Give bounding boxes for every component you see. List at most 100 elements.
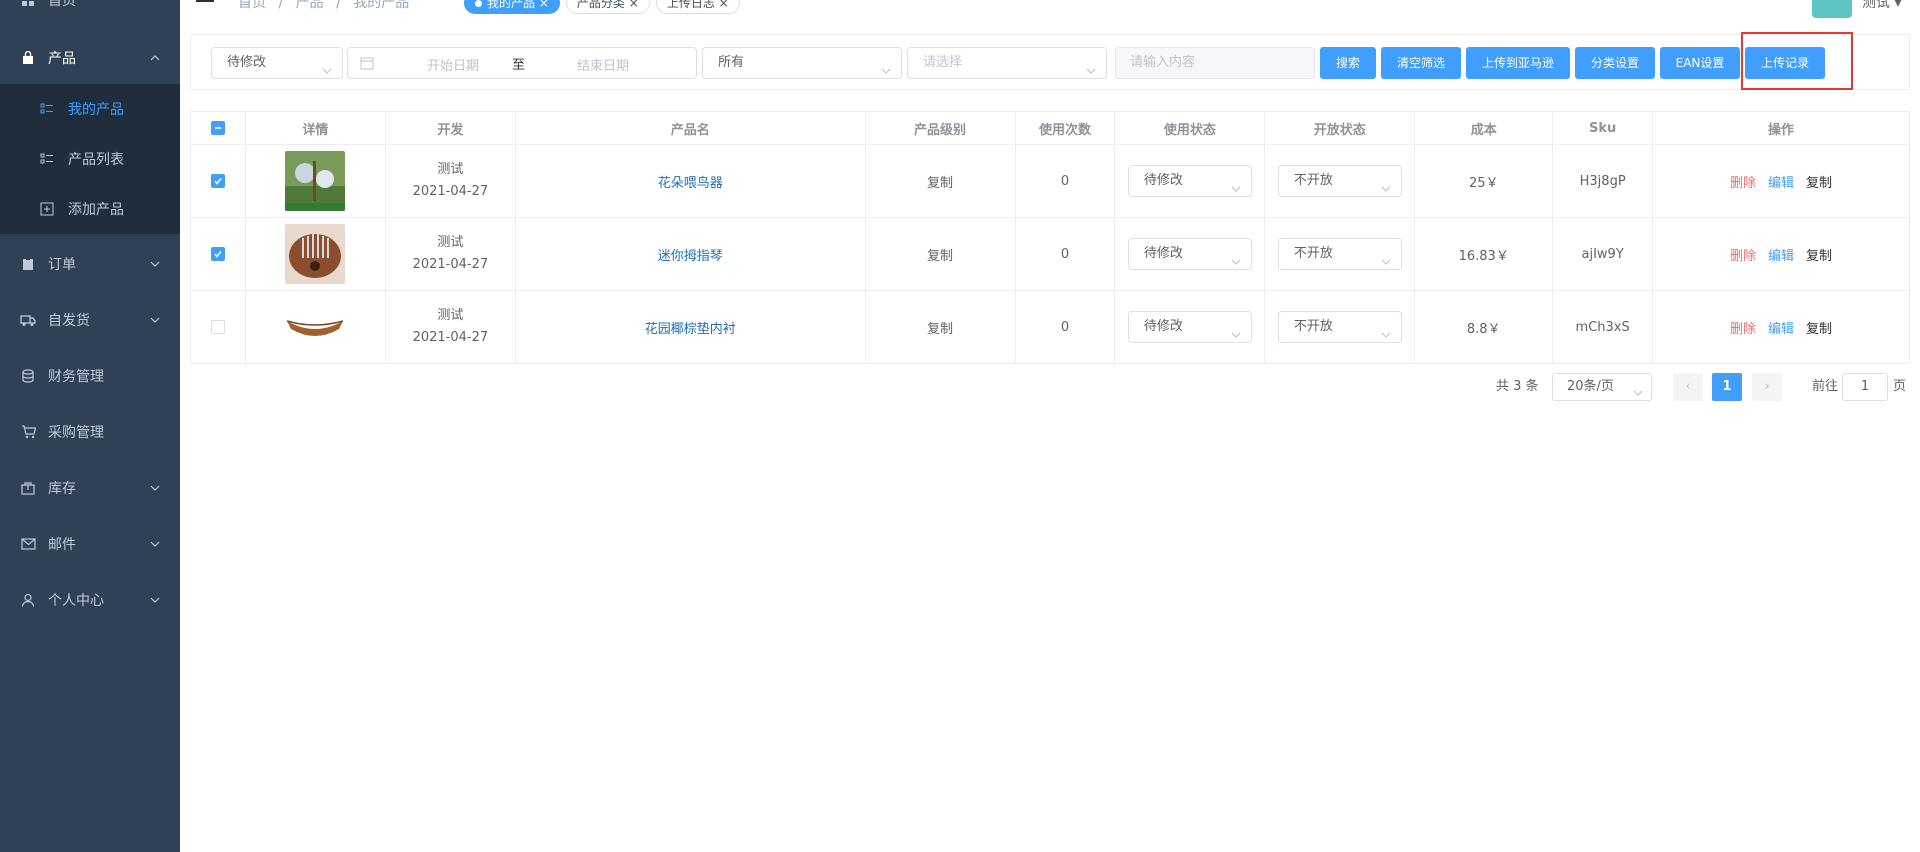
submenu-item-my-products[interactable]: 我的产品 bbox=[0, 84, 180, 134]
edit-button[interactable]: 编辑 bbox=[1768, 172, 1794, 191]
page-number-1[interactable]: 1 bbox=[1712, 373, 1742, 401]
hamburger-icon[interactable] bbox=[196, 0, 214, 8]
menu-item-home[interactable]: 首页 bbox=[0, 0, 180, 28]
table-row: 测试 2021-04-27 花园椰棕垫内衬 复制 0 待修改 不开放 8.8￥ m… bbox=[191, 291, 1910, 364]
category-settings-button[interactable]: 分类设置 bbox=[1575, 47, 1655, 79]
open-status-cell: 不开放 bbox=[1265, 291, 1416, 363]
clipboard-icon bbox=[20, 256, 36, 272]
menu-item-mail[interactable]: 邮件 bbox=[0, 516, 180, 572]
developer-cell: 测试 2021-04-27 bbox=[386, 291, 516, 363]
upload-amazon-button[interactable]: 上传到亚马逊 bbox=[1466, 47, 1570, 79]
breadcrumb-home[interactable]: 首页 bbox=[238, 0, 266, 11]
row-select[interactable] bbox=[191, 291, 246, 363]
edit-button[interactable]: 编辑 bbox=[1768, 245, 1794, 264]
row-checkbox[interactable] bbox=[210, 320, 225, 334]
open-status-value: 不开放 bbox=[1293, 246, 1333, 261]
open-status-select[interactable]: 不开放 bbox=[1277, 238, 1402, 270]
select-all-checkbox[interactable] bbox=[210, 121, 225, 135]
status-select[interactable]: 待修改 bbox=[211, 47, 343, 79]
chevron-down-icon bbox=[1381, 176, 1391, 192]
date-range-picker[interactable]: 开始日期 至 结束日期 bbox=[347, 47, 697, 79]
edit-button[interactable]: 编辑 bbox=[1768, 318, 1794, 337]
goto-page-input[interactable]: 1 bbox=[1842, 373, 1888, 401]
tag-upload-log[interactable]: 上传日志 × bbox=[655, 0, 740, 14]
tag-label: 上传日志 bbox=[666, 0, 715, 10]
next-page-button[interactable]: › bbox=[1752, 373, 1782, 401]
header-select-all[interactable] bbox=[191, 112, 246, 144]
actions-cell: 删除 编辑 复制 bbox=[1653, 145, 1910, 217]
filter-bar: 待修改 开始日期 至 结束日期 所有 请选择 请输入内容 搜索 清空筛选 上传到… bbox=[190, 34, 1910, 90]
product-name-link[interactable]: 花朵喂鸟器 bbox=[658, 172, 723, 191]
copy-button[interactable]: 复制 bbox=[1806, 172, 1832, 191]
page-size-select[interactable]: 20条/页 bbox=[1552, 373, 1652, 401]
product-name-link[interactable]: 花园椰棕垫内衬 bbox=[645, 318, 736, 337]
ean-settings-button[interactable]: EAN设置 bbox=[1660, 47, 1740, 79]
header-open-status: 开放状态 bbox=[1265, 112, 1416, 144]
kalimba-thumb[interactable] bbox=[285, 224, 346, 284]
products-submenu: 我的产品 产品列表 添加产品 bbox=[0, 84, 180, 234]
bird-feeder-thumb[interactable] bbox=[285, 151, 346, 211]
open-status-cell: 不开放 bbox=[1265, 145, 1416, 217]
delete-button[interactable]: 删除 bbox=[1730, 172, 1756, 191]
database-icon bbox=[20, 368, 36, 384]
row-select[interactable] bbox=[191, 145, 246, 217]
row-checkbox[interactable] bbox=[210, 174, 225, 188]
delete-button[interactable]: 删除 bbox=[1730, 318, 1756, 337]
menu-item-finance[interactable]: 财务管理 bbox=[0, 348, 180, 404]
open-status-value: 不开放 bbox=[1293, 173, 1333, 188]
row-checkbox[interactable] bbox=[210, 247, 225, 261]
menu-item-orders[interactable]: 订单 bbox=[0, 236, 180, 292]
tag-label: 我的产品 bbox=[487, 0, 536, 10]
use-status-select[interactable]: 待修改 bbox=[1127, 165, 1252, 197]
submenu-item-add-product[interactable]: 添加产品 bbox=[0, 184, 180, 234]
date-start-input[interactable]: 开始日期 bbox=[388, 55, 518, 74]
menu-item-products[interactable]: 产品 bbox=[0, 30, 180, 86]
menu-item-inventory[interactable]: 库存 bbox=[0, 460, 180, 516]
chevron-down-icon bbox=[150, 315, 160, 325]
product-level: 复制 bbox=[866, 145, 1016, 217]
copy-button[interactable]: 复制 bbox=[1806, 318, 1832, 337]
close-icon[interactable]: × bbox=[719, 0, 729, 10]
prev-page-button[interactable]: ‹ bbox=[1673, 373, 1703, 401]
close-icon[interactable]: × bbox=[539, 0, 549, 10]
developer-cell: 测试 2021-04-27 bbox=[386, 145, 516, 217]
category-select[interactable]: 请选择 bbox=[907, 47, 1107, 79]
active-dot-icon bbox=[475, 0, 482, 7]
scope-select[interactable]: 所有 bbox=[702, 47, 902, 79]
chevron-down-icon bbox=[150, 483, 160, 493]
sku: H3j8gP bbox=[1553, 145, 1654, 217]
menu-item-profile[interactable]: 个人中心 bbox=[0, 572, 180, 628]
submenu-item-product-list[interactable]: 产品列表 bbox=[0, 134, 180, 184]
close-icon[interactable]: × bbox=[629, 0, 639, 10]
copy-button[interactable]: 复制 bbox=[1806, 245, 1832, 264]
chevron-down-icon bbox=[1086, 58, 1096, 74]
delete-button[interactable]: 删除 bbox=[1730, 245, 1756, 264]
use-status-select[interactable]: 待修改 bbox=[1127, 311, 1252, 343]
row-select[interactable] bbox=[191, 218, 246, 290]
open-status-value: 不开放 bbox=[1293, 319, 1333, 334]
open-status-select[interactable]: 不开放 bbox=[1277, 311, 1402, 343]
product-name-cell: 迷你拇指琴 bbox=[516, 218, 866, 290]
use-status-select[interactable]: 待修改 bbox=[1127, 238, 1252, 270]
user-icon bbox=[20, 592, 36, 608]
date-end-input[interactable]: 结束日期 bbox=[538, 55, 668, 74]
detail-cell bbox=[246, 145, 386, 217]
avatar[interactable] bbox=[1812, 0, 1852, 18]
chevron-down-icon bbox=[881, 58, 891, 74]
tag-my-products[interactable]: 我的产品 × bbox=[464, 0, 560, 14]
menu-item-purchasing[interactable]: 采购管理 bbox=[0, 404, 180, 460]
product-name-link[interactable]: 迷你拇指琴 bbox=[658, 245, 723, 264]
tag-product-category[interactable]: 产品分类 × bbox=[565, 0, 650, 14]
use-status-value: 待修改 bbox=[1143, 319, 1183, 334]
keyword-input[interactable]: 请输入内容 bbox=[1115, 47, 1315, 79]
header-developer: 开发 bbox=[386, 112, 516, 144]
tag-label: 产品分类 bbox=[576, 0, 625, 10]
user-name[interactable]: 测试 ▾ bbox=[1862, 0, 1901, 12]
menu-item-self-shipping[interactable]: 自发货 bbox=[0, 292, 180, 348]
breadcrumb-products[interactable]: 产品 bbox=[296, 0, 324, 11]
search-button[interactable]: 搜索 bbox=[1320, 47, 1376, 79]
coco-liner-thumb[interactable] bbox=[285, 297, 346, 357]
open-status-select[interactable]: 不开放 bbox=[1277, 165, 1402, 197]
actions-cell: 删除 编辑 复制 bbox=[1653, 291, 1910, 363]
clear-filters-button[interactable]: 清空筛选 bbox=[1381, 47, 1461, 79]
